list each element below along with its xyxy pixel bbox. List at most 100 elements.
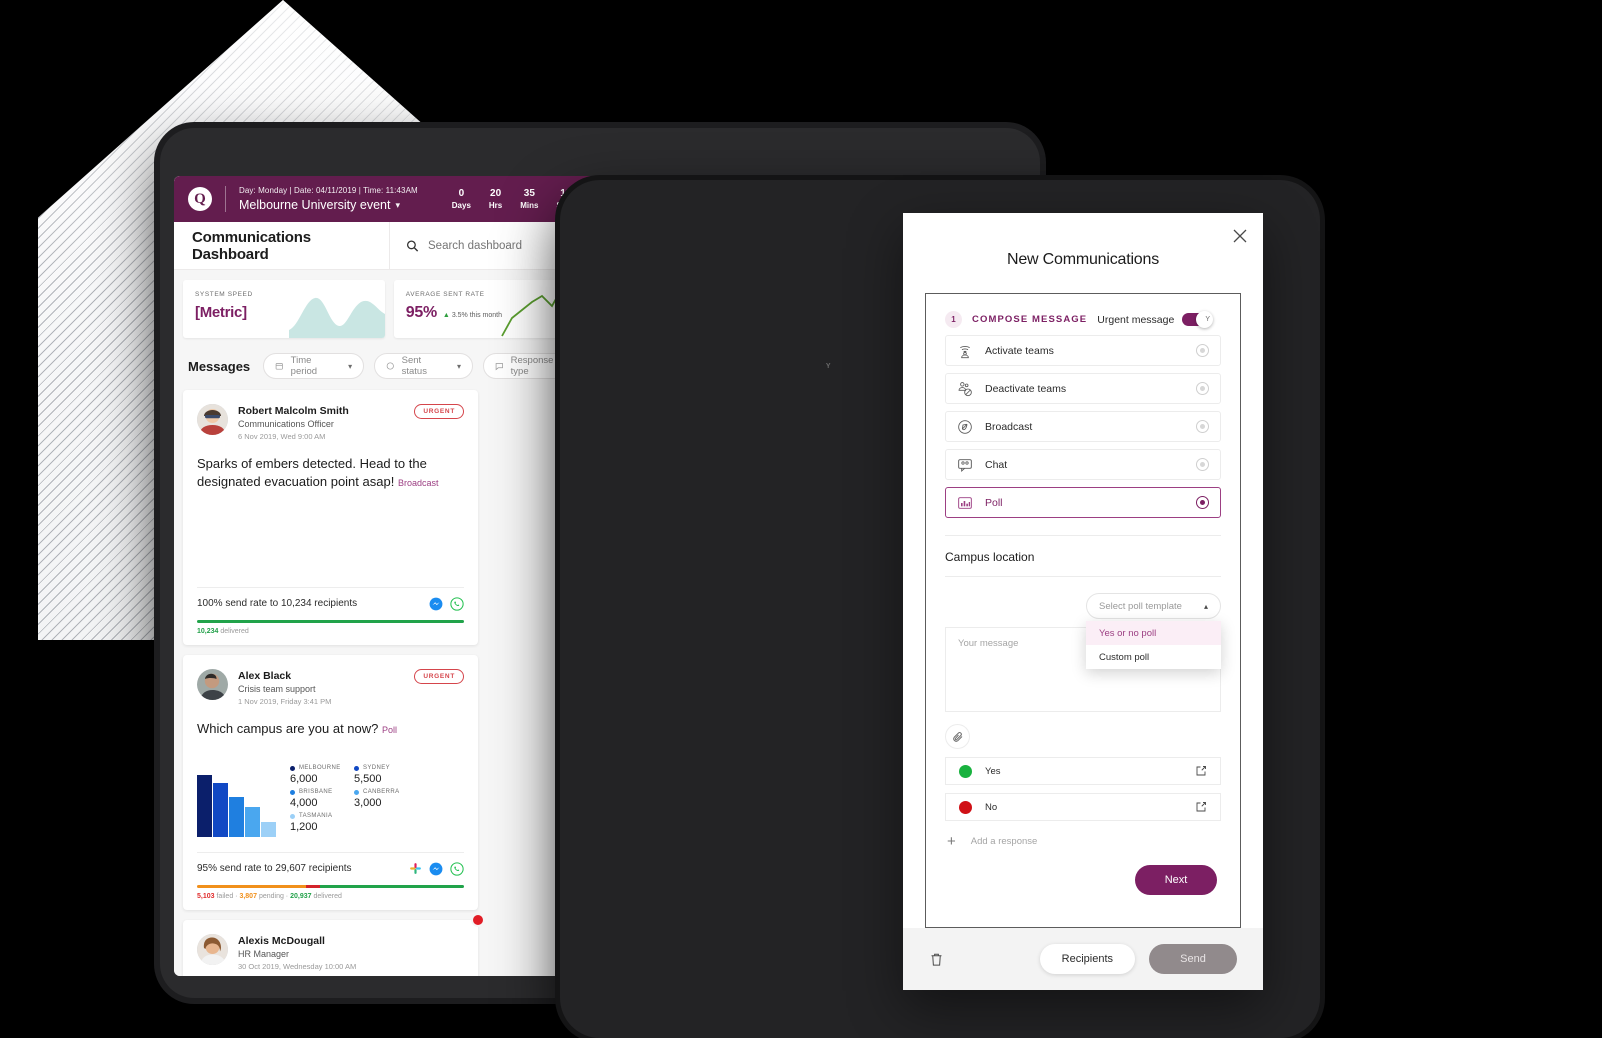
poll-template-dropdown: Yes or no poll Custom poll <box>1086 621 1221 669</box>
select-placeholder: Select poll template <box>1099 600 1182 612</box>
filter-sent-status[interactable]: Sent status ▾ <box>374 353 474 379</box>
whatsapp-icon <box>450 596 464 611</box>
divider <box>945 576 1221 577</box>
legend-dot <box>354 789 359 795</box>
card-footer: 95% send rate to 29,607 recipients 5,103… <box>197 851 464 911</box>
legend-label: SYDNEY <box>363 765 391 771</box>
metric-delta: ▲ 3.5% this month <box>443 312 502 319</box>
bar-chart-bars <box>197 775 276 837</box>
stat-word: failed <box>216 893 234 900</box>
messages-label: Messages <box>188 358 251 374</box>
section-title: Campus location <box>945 550 1035 564</box>
send-rate-row: 100% send rate to 10,234 recipients <box>197 596 464 611</box>
card-header: Alex Black Crisis team support 1 Nov 201… <box>197 669 464 708</box>
response-color-dot[interactable] <box>959 764 972 778</box>
datetime-meta: Day: Monday | Date: 04/11/2019 | Time: 1… <box>239 186 418 195</box>
author-role: Communications Officer <box>238 419 334 429</box>
poll-response-yes[interactable]: Yes <box>945 757 1221 785</box>
response-label: Yes <box>985 765 1001 777</box>
radio-button[interactable] <box>1196 420 1209 433</box>
divider <box>225 186 226 212</box>
filter-time-period[interactable]: Time period ▾ <box>263 353 365 379</box>
brand-logo-icon[interactable]: Q <box>188 187 212 211</box>
metric-value: [Metric] <box>195 304 247 321</box>
bar <box>229 797 244 837</box>
modal-title: New Communications <box>1006 251 1159 268</box>
chevron-down-icon: ▾ <box>348 361 353 371</box>
option-broadcast[interactable]: Broadcast <box>945 411 1221 442</box>
add-response-label: Add a response <box>970 836 1038 847</box>
message-card[interactable]: Alexis McDougall HR Manager 30 Oct 2019,… <box>183 913 485 976</box>
channel-icons <box>409 861 464 876</box>
author-role: Crisis team support <box>238 684 316 694</box>
metric-card-system-speed[interactable]: SYSTEM SPEED [Metric] <box>183 280 385 338</box>
legend-value: 6,000 <box>290 773 318 785</box>
legend-dot <box>290 813 295 819</box>
filter-label: Sent status <box>401 355 427 377</box>
stat-number: 10,234 <box>197 628 219 635</box>
circle-icon <box>386 362 394 370</box>
event-name[interactable]: Melbourne University event ▾ <box>239 197 418 213</box>
radio-button[interactable] <box>1196 496 1209 509</box>
avatar <box>197 934 228 965</box>
broadcast-icon <box>958 419 972 434</box>
event-selector[interactable]: Day: Monday | Date: 04/11/2019 | Time: 1… <box>239 185 418 213</box>
plus-icon: + <box>947 833 956 850</box>
message-type-tag: Broadcast <box>397 478 439 488</box>
trash-icon[interactable] <box>929 951 944 968</box>
urgent-message-toggle[interactable]: Urgent message Y <box>1097 311 1221 328</box>
legend-dot <box>290 789 295 795</box>
option-label: Poll <box>985 496 1003 509</box>
metric-label: SYSTEM SPEED <box>195 291 253 298</box>
option-chat[interactable]: Chat <box>945 449 1221 480</box>
delivery-stats: 5,103 failed · 3,807 pending · 20,937 de… <box>197 893 342 900</box>
recipients-button[interactable]: Recipients <box>1039 944 1135 974</box>
send-button[interactable]: Send <box>1149 944 1237 974</box>
radio-button[interactable] <box>1196 458 1209 471</box>
poll-icon <box>958 496 972 509</box>
poll-template-select[interactable]: Select poll template ▴ <box>1086 593 1221 619</box>
radio-button[interactable] <box>1196 382 1209 395</box>
bar-segment <box>197 884 307 888</box>
next-button[interactable]: Next <box>1135 865 1217 895</box>
dropdown-option-custom-poll[interactable]: Custom poll <box>1086 645 1221 669</box>
attach-file-button[interactable] <box>945 724 970 749</box>
dropdown-option-yes-no-poll[interactable]: Yes or no poll <box>1086 621 1221 645</box>
legend-dot <box>354 765 359 771</box>
stat-number: 5,103 <box>197 893 215 900</box>
new-communications-modal: New Communications 1 COMPOSE MESSAGE Urg… <box>903 213 1263 990</box>
option-activate-teams[interactable]: Activate teams <box>945 335 1221 366</box>
option-poll[interactable]: Poll <box>945 487 1221 518</box>
paperclip-icon <box>952 731 962 742</box>
modal-footer: Recipients Send <box>903 928 1263 990</box>
chart-legend: MELBOURNE 6,000 SYDNEY 5,500 BRISBANE 4,… <box>290 765 464 837</box>
countdown-timer: 0 Days 20 Hrs 35 Mins 19 <box>452 188 575 211</box>
legend-value: 1,200 <box>290 821 318 833</box>
response-color-dot[interactable] <box>959 800 972 814</box>
countdown-label: Mins <box>520 200 539 210</box>
edit-icon[interactable] <box>1195 801 1207 813</box>
avatar <box>197 669 228 700</box>
metric-value-row: [Metric] <box>195 304 247 321</box>
deactivate-teams-icon <box>958 381 972 396</box>
legend-label: TASMANIA <box>299 813 333 819</box>
message-card[interactable]: Robert Malcolm Smith Communications Offi… <box>183 390 478 645</box>
poll-template-selector-wrap: Select poll template ▴ Yes or no poll Cu… <box>945 593 1221 669</box>
option-deactivate-teams[interactable]: Deactivate teams <box>945 373 1221 404</box>
step-header: 1 COMPOSE MESSAGE Urgent message Y <box>945 311 1221 328</box>
screenshot-stage: Q Day: Monday | Date: 04/11/2019 | Time:… <box>0 0 1602 1038</box>
compose-panel: 1 COMPOSE MESSAGE Urgent message Y Activ… <box>925 293 1241 928</box>
edit-icon[interactable] <box>1195 765 1207 777</box>
search-icon <box>406 239 419 252</box>
stat-word: delivered <box>313 893 342 900</box>
event-name-label: Melbourne University event <box>239 198 391 212</box>
status-badge: URGENT <box>414 404 464 419</box>
radio-button[interactable] <box>1196 344 1209 357</box>
close-icon[interactable] <box>1231 227 1249 245</box>
add-response-button[interactable]: + Add a response <box>945 821 1221 849</box>
bar-segment <box>319 884 464 888</box>
chevron-up-icon: ▴ <box>1203 601 1208 611</box>
message-card[interactable]: Alex Black Crisis team support 1 Nov 201… <box>183 655 478 910</box>
poll-response-no[interactable]: No <box>945 793 1221 821</box>
avatar <box>197 404 228 435</box>
